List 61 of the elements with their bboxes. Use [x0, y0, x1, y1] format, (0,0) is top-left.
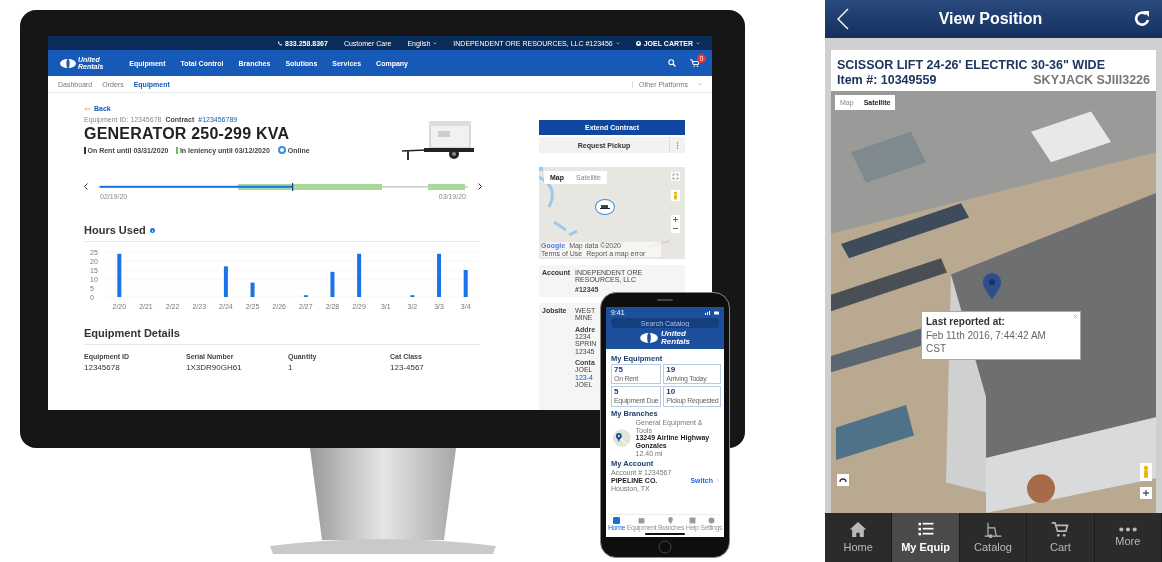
- popup-title: Last reported at:: [926, 315, 1006, 328]
- chevron-left-icon[interactable]: [84, 183, 88, 190]
- screen-title: View Position: [938, 10, 1043, 28]
- tile-count: 10: [666, 388, 677, 398]
- gear-icon: [707, 517, 715, 524]
- forklift-icon: [983, 521, 1003, 539]
- user-icon: [635, 40, 641, 46]
- chart-bar: [463, 270, 468, 297]
- zoom-in-icon[interactable]: [671, 215, 680, 224]
- caret-icon: [433, 41, 438, 45]
- caret-icon: [698, 82, 702, 86]
- tile-count: 75: [614, 366, 624, 375]
- chart-bar: [117, 253, 122, 297]
- zoom-control[interactable]: [671, 215, 680, 233]
- chart-bar: [357, 253, 362, 297]
- item-model: SKYJACK SJIII3226: [1033, 73, 1150, 87]
- equipment-title: GENERATOR 250-299 KVA: [84, 125, 291, 143]
- field-value: 1X3DR90GH61: [186, 363, 243, 372]
- cart-icon: [1050, 521, 1071, 539]
- section-title: Equipment Details: [84, 327, 180, 339]
- item-number: Item #: 10349559: [837, 73, 937, 87]
- tab-bar-item[interactable]: Catalog: [959, 513, 1028, 562]
- chart-bar: [330, 271, 335, 297]
- caret-icon: [696, 41, 700, 45]
- item-name: SCISSOR LIFT 24-26' ELECTRIC 30-36" WIDE: [837, 58, 1106, 72]
- more-icon: [1117, 527, 1138, 533]
- popup-text: Feb 11th 2016, 7:44:42 AM CST: [926, 329, 1047, 355]
- field-value: 1: [288, 363, 294, 372]
- box-icon: [637, 517, 645, 524]
- phone-icon: [277, 40, 283, 46]
- field-value: 12345678: [84, 363, 121, 372]
- chart-bar: [223, 266, 228, 297]
- chevron-right-icon: [716, 478, 719, 484]
- logo-icon: [60, 58, 76, 68]
- search-icon[interactable]: [668, 59, 676, 67]
- grid-icon: [612, 517, 620, 524]
- tab-bar-item[interactable]: More: [1094, 513, 1162, 562]
- zoom-in-icon[interactable]: [1140, 487, 1152, 499]
- home-icon: [848, 521, 869, 539]
- caret-icon: [615, 41, 620, 45]
- chevron-right-icon[interactable]: [478, 183, 482, 190]
- refresh-icon[interactable]: [1132, 9, 1152, 29]
- section-title: Hours Used: [84, 224, 146, 236]
- chart-bar: [250, 282, 255, 297]
- rotate-icon[interactable]: [837, 474, 849, 486]
- cart-icon[interactable]: [690, 59, 700, 67]
- tile-count: 5: [614, 388, 620, 398]
- field-value: 123-4567: [390, 363, 425, 372]
- info-icon[interactable]: [149, 227, 155, 233]
- map-pin-icon: [667, 517, 675, 524]
- more-icon[interactable]: [676, 141, 679, 149]
- logo-text: United Rentals: [661, 330, 690, 346]
- logo-icon: [640, 333, 659, 343]
- back-icon[interactable]: [837, 8, 849, 30]
- back-arrow-icon: [84, 106, 91, 111]
- map-pin-icon[interactable]: [983, 273, 1001, 299]
- tab-bar-item[interactable]: My Equip: [892, 513, 960, 562]
- status-icons-icon: [705, 310, 719, 315]
- tile-count: 19: [666, 366, 677, 375]
- chart-bar: [437, 253, 442, 297]
- tab-bar-item[interactable]: Cart: [1027, 513, 1095, 562]
